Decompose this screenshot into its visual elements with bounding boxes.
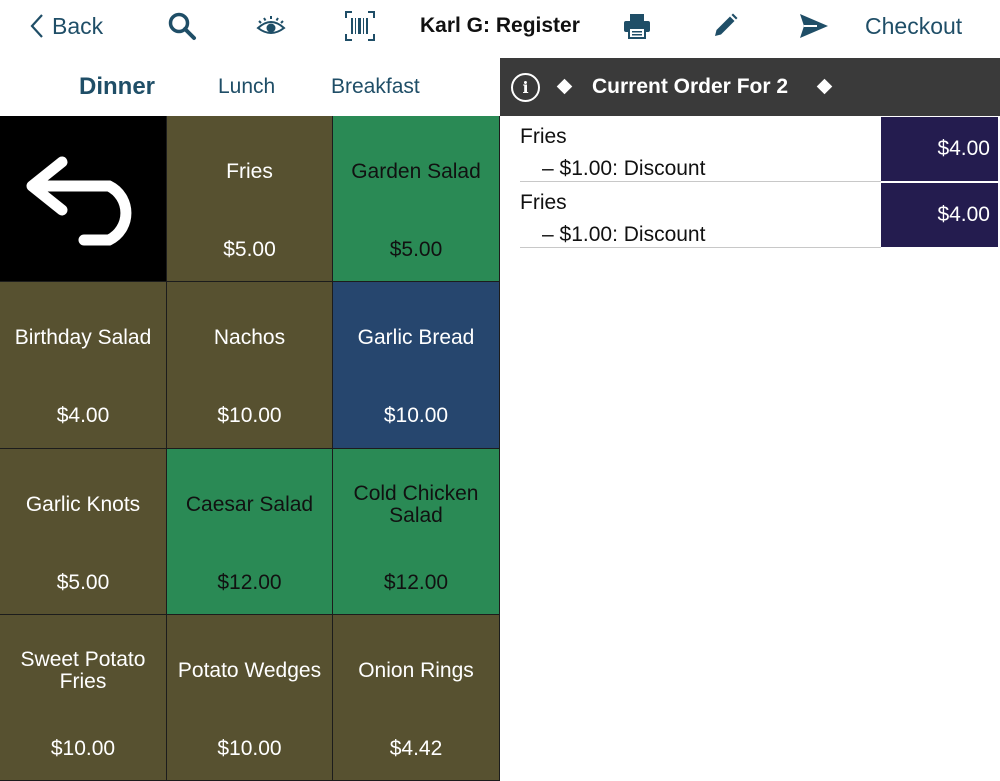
menu-item-name: Garlic Knots xyxy=(25,493,141,516)
back-tile[interactable] xyxy=(0,116,167,282)
order-line-name: Fries xyxy=(520,125,567,148)
menu-item-nachos[interactable]: Nachos $10.00 xyxy=(167,282,333,449)
diamond-icon xyxy=(816,78,833,95)
menu-item-garlic-bread[interactable]: Garlic Bread $10.00 xyxy=(333,282,500,449)
order-line-price[interactable]: $4.00 xyxy=(881,183,998,247)
menu-item-name: Caesar Salad xyxy=(185,493,314,516)
diamond-icon xyxy=(556,78,573,95)
info-icon[interactable]: i xyxy=(511,73,540,102)
menu-item-price: $12.00 xyxy=(383,571,449,594)
menu-item-caesar-salad[interactable]: Caesar Salad $12.00 xyxy=(167,449,333,615)
menu-item-name: Fries xyxy=(226,160,273,183)
order-title[interactable]: Current Order For 2 xyxy=(592,58,788,116)
menu-item-name: Sweet Potato Fries xyxy=(20,648,146,693)
menu-item-price: $4.00 xyxy=(56,404,110,427)
send-icon xyxy=(800,14,828,38)
tab-dinner[interactable]: Dinner xyxy=(79,58,155,116)
order-list: Fries – $1.00: Discount $4.00 Fries – $1… xyxy=(500,116,1000,248)
edit-button[interactable] xyxy=(712,0,738,52)
menu-item-name: Garden Salad xyxy=(351,160,481,183)
barcode-icon xyxy=(345,11,375,41)
order-line[interactable]: Fries – $1.00: Discount $4.00 xyxy=(500,116,1000,182)
printer-icon xyxy=(624,14,650,39)
menu-item-price: $12.00 xyxy=(217,571,282,594)
menu-item-garlic-knots[interactable]: Garlic Knots $5.00 xyxy=(0,449,167,615)
menu-item-price: $10.00 xyxy=(217,737,282,760)
menu-item-price: $5.00 xyxy=(223,238,276,261)
view-button[interactable] xyxy=(256,0,286,52)
back-button[interactable]: Back xyxy=(30,0,103,52)
order-header: i Current Order For 2 xyxy=(500,58,1000,116)
menu-item-price: $10.00 xyxy=(383,404,449,427)
barcode-button[interactable] xyxy=(345,0,375,52)
menu-item-price: $5.00 xyxy=(389,238,443,261)
tab-breakfast[interactable]: Breakfast xyxy=(331,58,420,116)
menu-item-cold-chicken-salad[interactable]: Cold Chicken Salad $12.00 xyxy=(333,449,500,615)
divider xyxy=(520,247,881,248)
menu-item-garden-salad[interactable]: Garden Salad $5.00 xyxy=(333,116,500,282)
menu-item-name: Birthday Salad xyxy=(14,326,152,349)
checkout-button[interactable]: Checkout xyxy=(865,0,962,52)
menu-item-sweet-potato-fries[interactable]: Sweet Potato Fries $10.00 xyxy=(0,615,167,781)
menu-item-price: $10.00 xyxy=(50,737,116,760)
chevron-left-icon xyxy=(30,14,43,38)
order-line-modifier: – $1.00: Discount xyxy=(542,223,706,246)
order-line-name: Fries xyxy=(520,191,567,214)
menu-item-name: Garlic Bread xyxy=(357,326,475,349)
back-label: Back xyxy=(52,12,104,39)
menu-item-potato-wedges[interactable]: Potato Wedges $10.00 xyxy=(167,615,333,781)
order-line[interactable]: Fries – $1.00: Discount $4.00 xyxy=(500,182,1000,248)
menu-item-fries[interactable]: Fries $5.00 xyxy=(167,116,333,282)
menu-item-price: $4.42 xyxy=(389,737,443,760)
eye-icon xyxy=(256,16,286,34)
pencil-icon xyxy=(715,13,738,36)
menu-item-onion-rings[interactable]: Onion Rings $4.42 xyxy=(333,615,500,781)
category-tabs: Dinner Lunch Breakfast xyxy=(0,58,500,116)
menu-item-birthday-salad[interactable]: Birthday Salad $4.00 xyxy=(0,282,167,449)
tab-lunch[interactable]: Lunch xyxy=(218,58,275,116)
menu-item-price: $5.00 xyxy=(56,571,110,594)
top-toolbar: Back Karl G: Register Checkout xyxy=(0,0,1000,52)
print-button[interactable] xyxy=(623,0,651,52)
send-button[interactable] xyxy=(799,0,829,52)
search-icon xyxy=(168,12,196,40)
menu-item-name: Onion Rings xyxy=(358,659,474,682)
order-line-price[interactable]: $4.00 xyxy=(881,117,998,181)
register-title: Karl G: Register xyxy=(420,14,580,37)
order-line-modifier: – $1.00: Discount xyxy=(542,157,706,180)
menu-item-name: Cold Chicken Salad xyxy=(353,482,479,527)
menu-grid: Fries $5.00 Garden Salad $5.00 Birthday … xyxy=(0,116,500,781)
search-button[interactable] xyxy=(167,0,197,52)
undo-arrow-icon xyxy=(26,156,132,246)
menu-item-name: Nachos xyxy=(213,326,286,349)
menu-item-name: Potato Wedges xyxy=(177,659,322,682)
menu-item-price: $10.00 xyxy=(217,404,282,427)
